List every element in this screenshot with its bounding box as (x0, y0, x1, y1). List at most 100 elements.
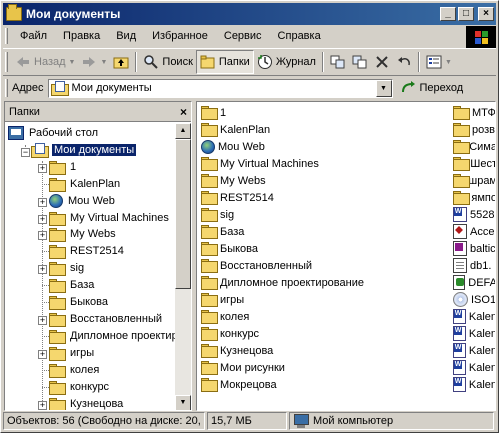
search-button[interactable]: Поиск (140, 50, 195, 74)
list-item[interactable]: baltic (453, 240, 495, 257)
list-item[interactable]: Mou Web (201, 138, 446, 155)
menu-tools[interactable]: Сервис (216, 27, 270, 45)
menu-view[interactable]: Вид (108, 27, 144, 45)
list-item[interactable]: db1. (453, 257, 495, 274)
tree-item-my-webs[interactable]: My Webs (49, 226, 118, 242)
expand-toggle[interactable]: + (38, 215, 47, 224)
close-button[interactable]: × (478, 7, 494, 21)
tree-item-games[interactable]: игры (49, 345, 96, 361)
list-item[interactable]: МТФ (453, 104, 495, 121)
back-dropdown-icon[interactable]: ▼ (69, 59, 76, 66)
tree-item-my-virtual-machines[interactable]: My Virtual Machines (49, 210, 171, 226)
tree-item-restored[interactable]: Восстановленный (49, 311, 164, 327)
toolbar-grip[interactable] (5, 52, 8, 72)
folder-tree-scrollbar[interactable]: ▲ ▼ (175, 123, 191, 410)
list-item[interactable]: ISO1 (453, 291, 495, 308)
list-item[interactable]: KalenPlan (201, 121, 446, 138)
tree-item-mou-web[interactable]: Mou Web (49, 193, 117, 209)
expand-toggle[interactable]: + (38, 350, 47, 359)
maximize-button[interactable]: □ (458, 7, 474, 21)
tree-item-konkurs[interactable]: конкурс (49, 379, 111, 395)
tree-item-my-documents[interactable]: Мои документы (31, 142, 137, 158)
tree-item-label: игры (70, 347, 95, 359)
menu-grip[interactable] (5, 28, 8, 44)
tree-item-rest2514[interactable]: REST2514 (49, 243, 126, 259)
list-item[interactable]: конкурс (201, 325, 446, 342)
tree-item-bykova[interactable]: Быкова (49, 294, 110, 310)
list-item[interactable]: Шест (453, 155, 495, 172)
list-item[interactable]: Acce (453, 223, 495, 240)
list-item[interactable]: sig (201, 206, 446, 223)
undo-button[interactable] (393, 50, 415, 74)
address-input[interactable]: Мои документы ▼ (47, 78, 393, 98)
powerpoint-document-icon (453, 241, 467, 256)
list-item[interactable]: Kalen (453, 359, 495, 376)
list-item[interactable]: Сима (453, 138, 495, 155)
tree-item-koleya[interactable]: колея (49, 362, 101, 378)
expand-toggle[interactable]: + (38, 231, 47, 240)
list-item[interactable]: Kalen (453, 308, 495, 325)
list-item[interactable]: База (201, 223, 446, 240)
list-item[interactable]: 5528 (453, 206, 495, 223)
expand-toggle[interactable]: + (38, 401, 47, 410)
folders-button[interactable]: Папки (195, 50, 254, 74)
list-item[interactable]: игры (201, 291, 446, 308)
list-item[interactable]: Быкова (201, 240, 446, 257)
scroll-up-button[interactable]: ▲ (175, 123, 191, 139)
forward-button[interactable]: ▼ (78, 50, 110, 74)
folder-icon (201, 225, 218, 239)
copy-to-button[interactable] (349, 50, 371, 74)
title-bar[interactable]: Мои документы _ □ × (3, 3, 496, 25)
tree-item-desktop[interactable]: Рабочий стол (8, 125, 100, 141)
list-item[interactable]: Кузнецова (201, 342, 446, 359)
list-item[interactable]: Kalen (453, 342, 495, 359)
up-button[interactable] (110, 50, 132, 74)
menu-edit[interactable]: Правка (55, 27, 108, 45)
menu-file[interactable]: Файл (12, 27, 55, 45)
delete-button[interactable] (371, 50, 393, 74)
collapse-toggle[interactable]: − (21, 148, 30, 157)
move-to-button[interactable] (327, 50, 349, 74)
list-item[interactable]: DEFA (453, 274, 495, 291)
tree-item-kuznetsova[interactable]: Кузнецова (49, 396, 125, 410)
scroll-thumb[interactable] (175, 139, 191, 289)
tree-item-sig[interactable]: sig (49, 260, 86, 276)
list-item[interactable]: Kalen (453, 376, 495, 393)
list-item[interactable]: REST2514 (201, 189, 446, 206)
expand-toggle[interactable]: + (38, 164, 47, 173)
tree-item-1[interactable]: 1 (49, 159, 78, 175)
list-item[interactable]: Восстановленный (201, 257, 446, 274)
expand-toggle[interactable]: + (38, 316, 47, 325)
address-value[interactable]: Мои документы (72, 82, 152, 94)
menu-favorites[interactable]: Избранное (144, 27, 216, 45)
address-dropdown-button[interactable]: ▼ (375, 79, 392, 97)
list-item[interactable]: розв (453, 121, 495, 138)
history-button[interactable]: Журнал (254, 50, 319, 74)
views-icon (426, 55, 442, 69)
list-item[interactable]: Мои рисунки (201, 359, 446, 376)
views-button[interactable]: ▼ (423, 50, 455, 74)
scroll-down-button[interactable]: ▼ (175, 395, 191, 410)
minimize-button[interactable]: _ (440, 7, 456, 21)
tree-item-kalenplan[interactable]: KalenPlan (49, 176, 122, 192)
list-item[interactable]: Дипломное проектирование (201, 274, 446, 291)
list-item[interactable]: колея (201, 308, 446, 325)
list-item[interactable]: шрам (453, 172, 495, 189)
list-item[interactable]: My Virtual Machines (201, 155, 446, 172)
forward-dropdown-icon[interactable]: ▼ (100, 59, 107, 66)
go-button[interactable]: Переход (401, 80, 463, 96)
list-item[interactable]: Kalen (453, 325, 495, 342)
tree-item-baza[interactable]: База (49, 277, 96, 293)
tree-item-diploma[interactable]: Дипломное проектирование (49, 328, 175, 344)
list-item[interactable]: 1 (201, 104, 446, 121)
views-dropdown-icon[interactable]: ▼ (445, 59, 452, 66)
expand-toggle[interactable]: + (38, 198, 47, 207)
menu-help[interactable]: Справка (270, 27, 329, 45)
address-grip[interactable] (5, 79, 8, 97)
list-item[interactable]: ямпо (453, 189, 495, 206)
list-item[interactable]: My Webs (201, 172, 446, 189)
back-button[interactable]: Назад ▼ (12, 50, 78, 74)
folders-pane-close-button[interactable]: × (180, 105, 187, 119)
list-item[interactable]: Мокрецова (201, 376, 446, 393)
expand-toggle[interactable]: + (38, 265, 47, 274)
